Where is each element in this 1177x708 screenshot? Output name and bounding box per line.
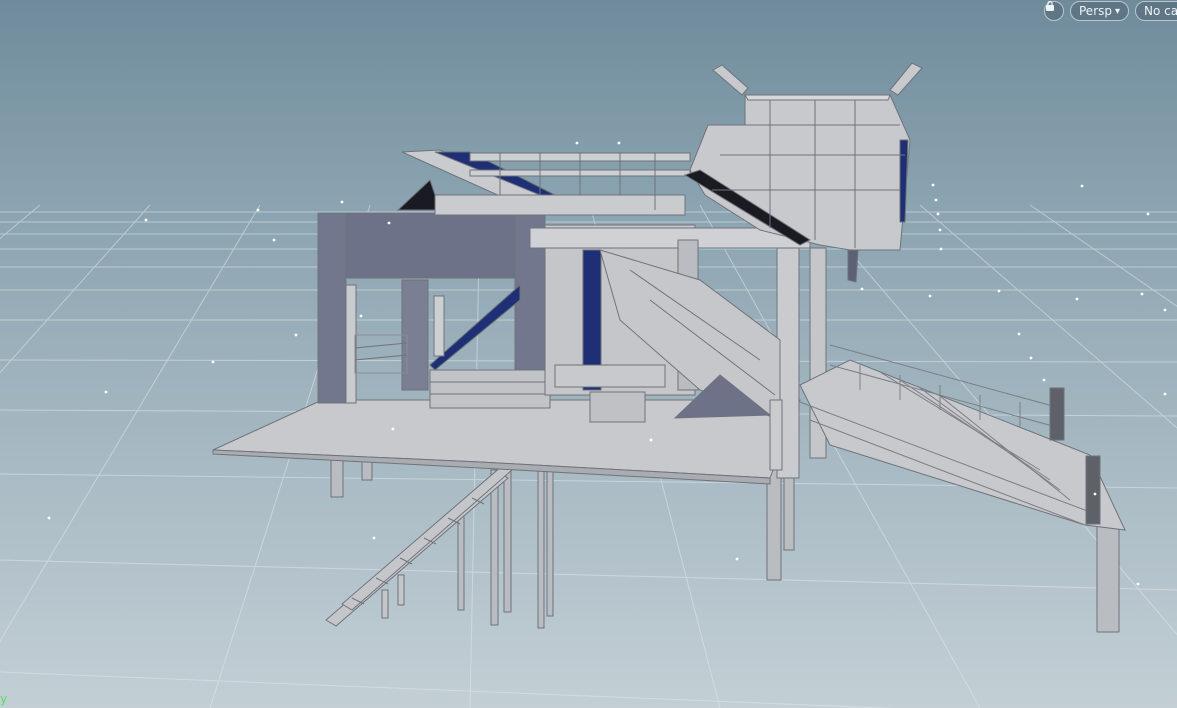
camera-label: No cam — [1144, 4, 1177, 18]
viewport-canvas[interactable] — [0, 0, 1177, 708]
lock-icon — [1046, 0, 1054, 11]
viewport-toolbar: Persp ▾ No cam — [1044, 0, 1177, 22]
view-label: Persp — [1079, 4, 1112, 18]
lock-camera-button[interactable] — [1044, 0, 1064, 21]
chevron-down-icon: ▾ — [1115, 5, 1121, 17]
3d-viewport[interactable]: Persp ▾ No cam y — [0, 0, 1177, 708]
axis-indicator: y — [0, 692, 8, 706]
camera-menu-button[interactable]: No cam — [1135, 1, 1177, 21]
view-menu-button[interactable]: Persp ▾ — [1070, 1, 1130, 21]
